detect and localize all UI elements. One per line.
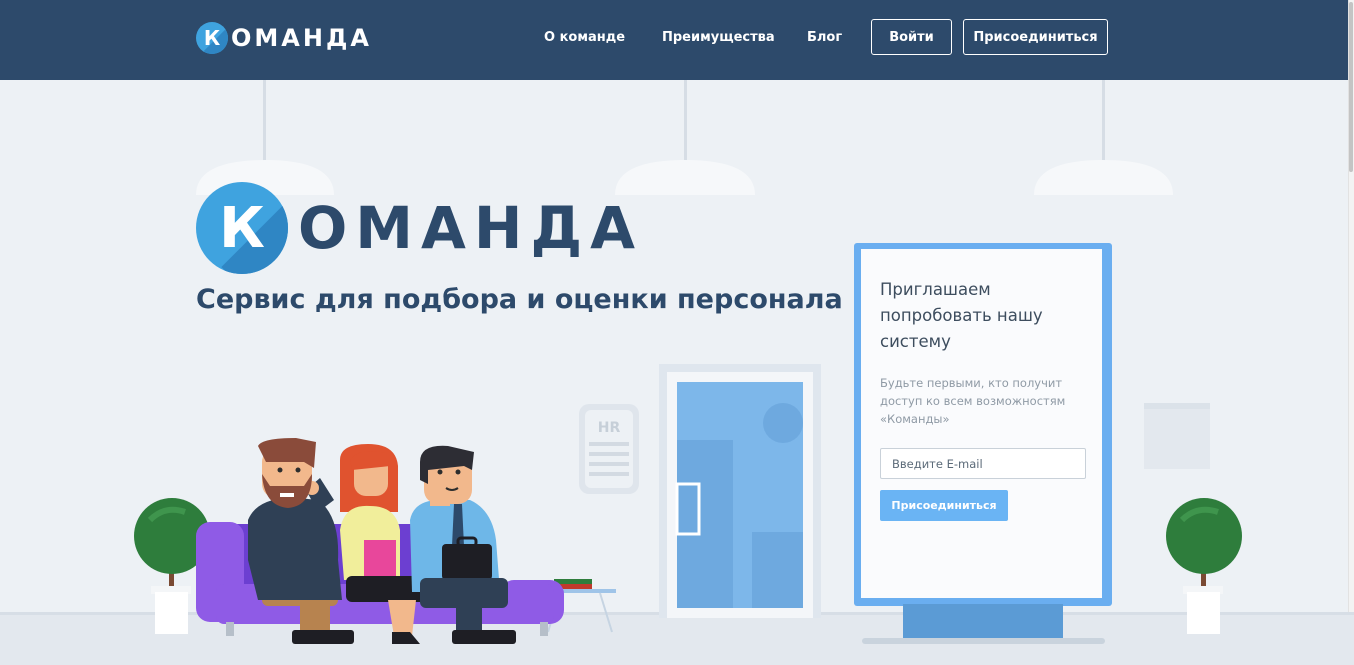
wall-frame bbox=[1144, 403, 1210, 469]
signup-title: Приглашаем попробовать нашу систему bbox=[880, 280, 1043, 351]
hero-logo-badge: К bbox=[196, 182, 288, 274]
hero-logo: К ОМАНДА bbox=[196, 182, 643, 274]
nav-link-features[interactable]: Преимущества bbox=[662, 30, 775, 45]
office-illustration: HR bbox=[0, 80, 1354, 665]
logo-wordmark: ОМАНДА bbox=[231, 24, 372, 52]
top-navbar: К ОМАНДА О команде Преимущества Блог Вой… bbox=[0, 0, 1354, 80]
office-door bbox=[659, 364, 821, 618]
nav-link-about[interactable]: О команде bbox=[544, 30, 625, 45]
hero-logo-wordmark: ОМАНДА bbox=[298, 194, 643, 262]
signup-description: Будьте первыми, кто получит доступ ко вс… bbox=[880, 376, 1066, 426]
ceiling-lamps bbox=[196, 80, 1173, 195]
billboard-base bbox=[862, 638, 1105, 644]
logo-badge: К bbox=[196, 22, 228, 54]
join-button-header[interactable]: Присоединиться bbox=[963, 19, 1108, 55]
hero-tagline: Сервис для подбора и оценки персонала bbox=[196, 284, 843, 315]
billboard-stand bbox=[903, 604, 1063, 640]
email-input[interactable] bbox=[880, 448, 1086, 479]
header-logo[interactable]: К ОМАНДА bbox=[196, 22, 372, 54]
signup-submit-button[interactable]: Присоединиться bbox=[880, 490, 1008, 521]
hr-wall-sign: HR bbox=[579, 404, 639, 494]
login-button[interactable]: Войти bbox=[871, 19, 952, 55]
hero-logo-letter: К bbox=[219, 195, 265, 261]
logo-letter: К bbox=[203, 26, 221, 50]
signup-card: Приглашаем попробовать нашу систему Будь… bbox=[861, 249, 1102, 598]
hr-sign-text: HR bbox=[598, 420, 621, 436]
nav-link-blog[interactable]: Блог bbox=[807, 30, 842, 45]
